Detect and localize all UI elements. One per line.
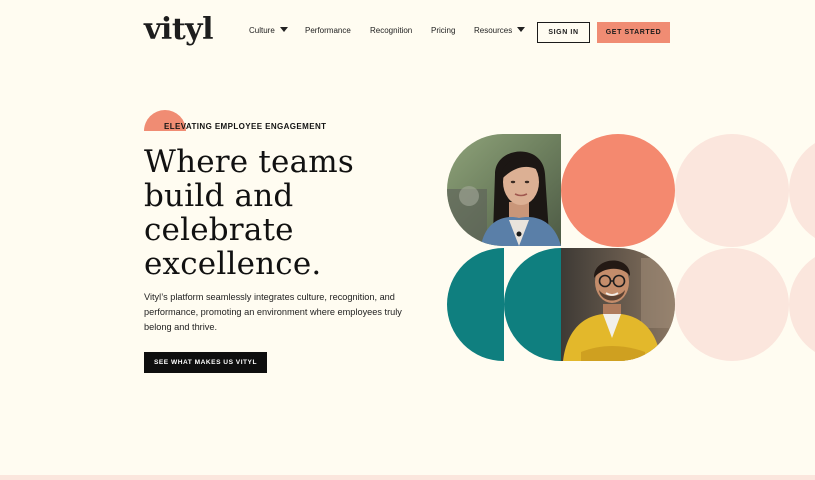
caret-down-icon: [279, 27, 288, 32]
nav-item-resources[interactable]: Resources: [474, 24, 526, 38]
photo-man: [561, 248, 675, 361]
photo-woman: [447, 134, 561, 246]
coral-circle-shape: [561, 134, 675, 247]
nav-item-label: Performance: [305, 26, 351, 35]
blush-circle-shape: [675, 248, 789, 361]
blush-circle-shape: [789, 248, 815, 361]
headline-line: excellence.: [144, 246, 322, 282]
next-section-edge: [0, 475, 815, 480]
nav-item-culture[interactable]: Culture: [249, 24, 288, 38]
nav-item-label: Recognition: [370, 26, 413, 35]
site-header: vityl Culture Performance Recognition Pr…: [0, 0, 815, 66]
hero-headline: Where teams build and celebrate excellen…: [144, 145, 424, 281]
hero-description: Vityl’s platform seamlessly integrates c…: [144, 292, 402, 332]
page: vityl Culture Performance Recognition Pr…: [0, 0, 815, 480]
caret-down-icon: [517, 27, 526, 32]
nav-item-label: Resources: [474, 26, 513, 35]
sign-in-button[interactable]: SIGN IN: [537, 22, 590, 43]
headline-line: build and: [144, 178, 294, 214]
nav-item-performance[interactable]: Performance: [305, 24, 351, 38]
nav-item-pricing[interactable]: Pricing: [431, 24, 455, 38]
blush-circle-shape: [789, 134, 815, 247]
headline-line: Where teams: [144, 144, 354, 180]
vityl-logo[interactable]: vityl: [144, 12, 214, 47]
headline-line: celebrate: [144, 212, 294, 248]
blush-circle-shape: [675, 134, 789, 247]
get-started-button[interactable]: GET STARTED: [597, 22, 670, 43]
teal-half-circle-shape: [447, 248, 504, 361]
teal-half-circle-shape: [504, 248, 561, 361]
nav-item-label: Pricing: [431, 26, 456, 35]
nav-item-recognition[interactable]: Recognition: [370, 24, 412, 38]
hero-eyebrow: ELEVATING EMPLOYEE ENGAGEMENT: [164, 122, 327, 131]
nav-item-label: Culture: [249, 26, 275, 35]
see-what-makes-us-vityl-button[interactable]: SEE WHAT MAKES US VITYL: [144, 352, 267, 373]
photo-man-image: [561, 248, 675, 361]
photo-woman-image: [447, 134, 561, 246]
